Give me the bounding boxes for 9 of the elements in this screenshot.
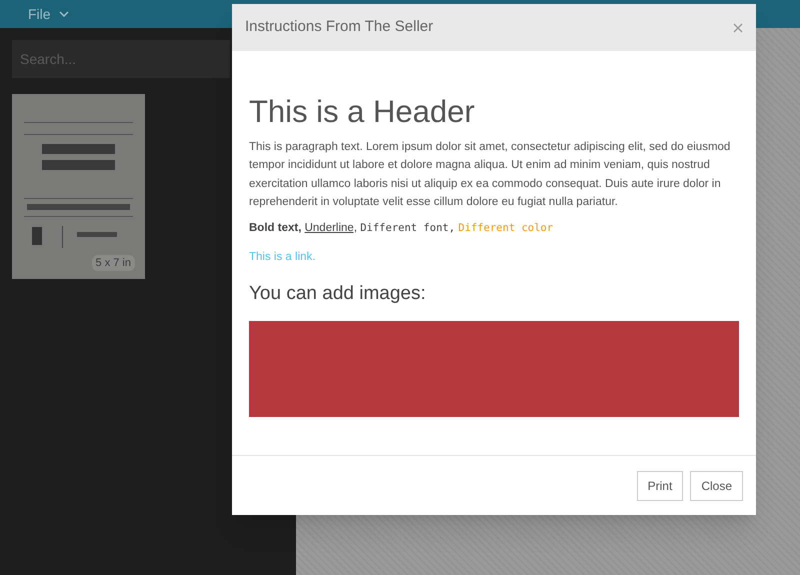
subheading: You can add images: [249, 282, 427, 306]
dialog-button[interactable]: Close [690, 470, 743, 500]
dialog-button[interactable]: Print [636, 470, 684, 500]
paragraph-text: This is paragraph text. Lorem ipsum dolor sit amet, consectetur adipiscing elit, sed do eiusmod tempor incididunt ut labore et dolore magna aliqua. Ut enim ad minim veniam, quis nostrud exercitation ullamco laboris nisi ut aliquip ex ea commodo consequat. Duis aute irure dolor in reprehenderit in voluptate velit esse cillum dolore eu fugiat nulla pariatur. [249, 140, 732, 210]
close-icon[interactable] [733, 22, 743, 32]
dialog-title: Instructions From The Seller [245, 17, 434, 38]
chevron-icon [58, 11, 69, 17]
styled-text: Bold text, Underline, Different font, Different color [249, 220, 554, 236]
content-header: This is a Header [249, 93, 476, 131]
